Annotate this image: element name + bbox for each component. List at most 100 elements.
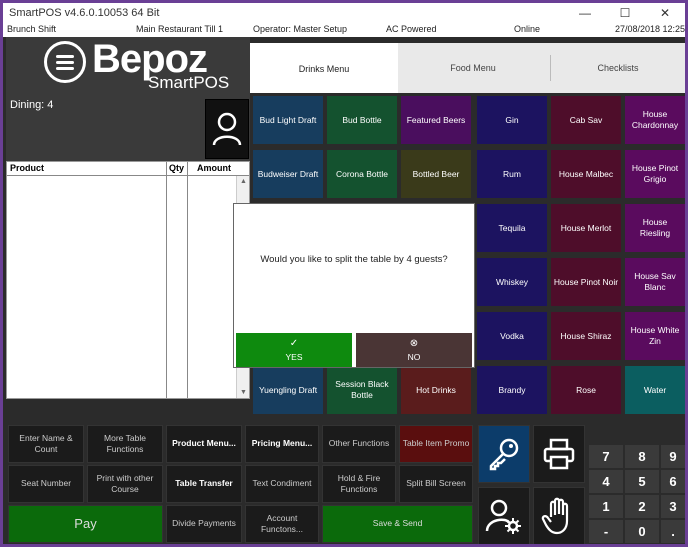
product-button[interactable]: Cab Sav <box>550 95 622 145</box>
yes-label: YES <box>285 352 303 362</box>
product-button[interactable]: Session Black Bottle <box>326 365 398 415</box>
more-table-functions-button[interactable]: More Table Functions <box>87 425 163 463</box>
product-button[interactable]: Rum <box>476 149 548 199</box>
col-qty: Qty <box>169 163 185 173</box>
product-menu-button[interactable]: Product Menu... <box>166 425 242 463</box>
text-condiment-button[interactable]: Text Condiment <box>245 465 319 503</box>
maximize-button[interactable]: ☐ <box>605 3 645 23</box>
pos-window: SmartPOS v4.6.0.10053 64 Bit — ☐ ✕ Brunc… <box>0 0 688 547</box>
dining-label: Dining: 4 <box>10 99 54 111</box>
product-button[interactable]: Water <box>624 365 685 415</box>
cancel-icon: ⊗ <box>409 338 419 349</box>
product-button[interactable]: House Malbec <box>550 149 622 199</box>
user-icon <box>212 112 242 146</box>
product-button[interactable]: House Merlot <box>550 203 622 253</box>
seat-number-button[interactable]: Seat Number <box>8 465 84 503</box>
product-button[interactable]: Vodka <box>476 311 548 361</box>
power-label: AC Powered <box>386 24 437 34</box>
product-button[interactable]: Gin <box>476 95 548 145</box>
enter-name-count-button[interactable]: Enter Name & Count <box>8 425 84 463</box>
product-button[interactable]: Brandy <box>476 365 548 415</box>
pricing-menu-button[interactable]: Pricing Menu... <box>245 425 319 463</box>
menu-icon[interactable] <box>44 41 86 83</box>
logo-area: Bepoz SmartPOS <box>6 37 250 95</box>
menu-tabs: Drinks Menu Food Menu Checklists <box>250 43 685 93</box>
hand-icon <box>541 497 569 535</box>
product-button[interactable]: Corona Bottle <box>326 149 398 199</box>
customer-button[interactable] <box>205 99 249 159</box>
no-button[interactable]: ⊗ NO <box>356 333 472 367</box>
save-send-button[interactable]: Save & Send <box>322 505 473 543</box>
product-button[interactable]: Bud Bottle <box>326 95 398 145</box>
minimize-button[interactable]: — <box>565 3 605 23</box>
column-divider <box>187 162 188 398</box>
key-button[interactable] <box>478 425 530 483</box>
user-settings-button[interactable] <box>478 487 530 544</box>
other-functions-button[interactable]: Other Functions <box>322 425 396 463</box>
product-button[interactable]: House Shiraz <box>550 311 622 361</box>
keypad-key[interactable]: . <box>661 520 685 543</box>
product-button[interactable]: House Riesling <box>624 203 685 253</box>
print-button[interactable] <box>533 425 585 483</box>
datetime-label: 27/08/2018 12:25 <box>615 24 686 34</box>
stop-button[interactable] <box>533 487 585 544</box>
product-button[interactable]: Bud Light Draft <box>252 95 324 145</box>
dialog-message: Would you like to split the table by 4 g… <box>260 254 448 265</box>
product-button[interactable]: Tequila <box>476 203 548 253</box>
product-button[interactable]: Hot Drinks <box>400 365 472 415</box>
product-button[interactable]: House Pinot Noir <box>550 257 622 307</box>
key-icon <box>489 438 519 471</box>
product-button[interactable]: Rose <box>550 365 622 415</box>
keypad-key[interactable]: 0 <box>625 520 659 543</box>
hold-fire-button[interactable]: Hold & Fire Functions <box>322 465 396 503</box>
title-bar: SmartPOS v4.6.0.10053 64 Bit — ☐ ✕ <box>3 3 685 23</box>
status-bar: Brunch Shift Main Restaurant Till 1 Oper… <box>3 23 685 37</box>
order-table-header: Product Qty Amount <box>7 162 249 176</box>
scroll-up-icon[interactable]: ▲ <box>240 178 247 185</box>
product-button[interactable]: House Pinot Grigio <box>624 149 685 199</box>
operator-label: Operator: Master Setup <box>253 24 348 34</box>
product-button[interactable]: Featured Beers <box>400 95 472 145</box>
keypad-key[interactable]: 2 <box>625 495 659 518</box>
product-button[interactable]: House White Zin <box>624 311 685 361</box>
pay-button[interactable]: Pay <box>8 505 163 543</box>
tab-checklists[interactable]: Checklists <box>551 43 685 93</box>
split-bill-button[interactable]: Split Bill Screen <box>399 465 473 503</box>
keypad-key[interactable]: 7 <box>589 445 623 468</box>
connection-label: Online <box>514 24 541 34</box>
tab-drinks-menu[interactable]: Drinks Menu <box>250 43 398 93</box>
divide-payments-button[interactable]: Divide Payments <box>166 505 242 543</box>
keypad-key[interactable]: 4 <box>589 470 623 493</box>
table-transfer-button[interactable]: Table Transfer <box>166 465 242 503</box>
account-functions-button[interactable]: Account Functons... <box>245 505 319 543</box>
split-table-dialog: Would you like to split the table by 4 g… <box>233 203 475 368</box>
keypad-key[interactable]: 6 <box>661 470 685 493</box>
product-button[interactable]: Yuengling Draft <box>252 365 324 415</box>
yes-button[interactable]: ✓ YES <box>236 333 352 367</box>
keypad-key[interactable]: 1 <box>589 495 623 518</box>
table-item-promo-button[interactable]: Table Item Promo <box>399 425 473 463</box>
product-button[interactable]: Budweiser Draft <box>252 149 324 199</box>
brand-sub: SmartPOS <box>148 73 230 92</box>
keypad-key[interactable]: 5 <box>625 470 659 493</box>
window-title: SmartPOS v4.6.0.10053 64 Bit <box>9 7 160 19</box>
keypad-key[interactable]: - <box>589 520 623 543</box>
close-button[interactable]: ✕ <box>645 3 685 23</box>
product-button[interactable]: Whiskey <box>476 257 548 307</box>
user-settings-icon <box>485 499 521 534</box>
printer-icon <box>543 438 575 470</box>
check-icon: ✓ <box>289 338 299 349</box>
product-button[interactable]: House Chardonnay <box>624 95 685 145</box>
print-other-course-button[interactable]: Print with other Course <box>87 465 163 503</box>
tab-food-menu[interactable]: Food Menu <box>398 43 548 93</box>
keypad-key[interactable]: 3 <box>661 495 685 518</box>
scroll-down-icon[interactable]: ▼ <box>240 389 247 396</box>
product-button[interactable]: Bottled Beer <box>400 149 472 199</box>
dining-bar: Dining: 4 <box>6 95 250 161</box>
keypad-key[interactable]: 8 <box>625 445 659 468</box>
product-button[interactable]: House Sav Blanc <box>624 257 685 307</box>
keypad-key[interactable]: 9 <box>661 445 685 468</box>
order-table: Product Qty Amount ▲ ▼ <box>6 161 250 399</box>
till-label: Main Restaurant Till 1 <box>136 24 224 34</box>
col-amount: Amount <box>197 163 231 173</box>
